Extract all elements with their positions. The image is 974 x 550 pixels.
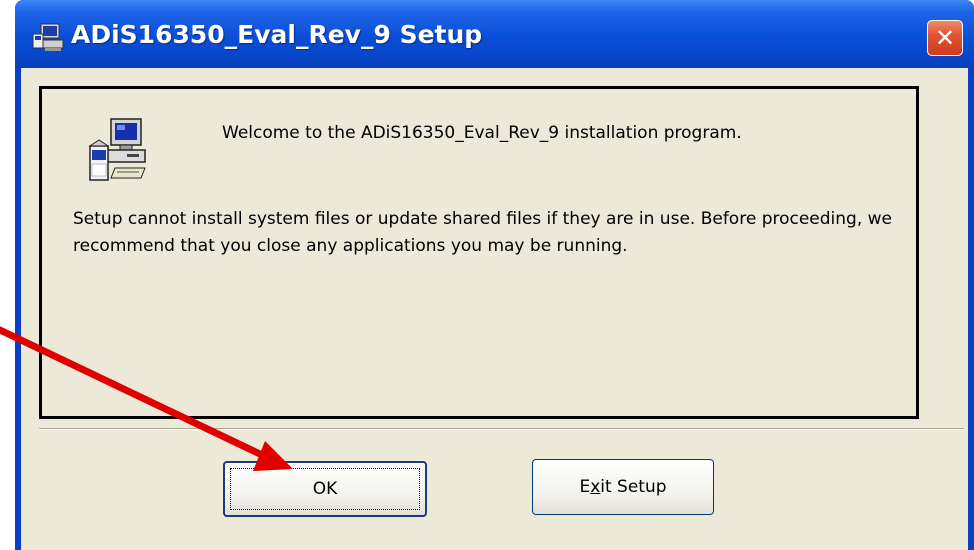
separator	[39, 428, 964, 430]
title-bar[interactable]: ADiS16350_Eval_Rev_9 Setup ✕	[15, 0, 974, 68]
ok-button-label: OK	[312, 479, 338, 499]
dialog-body: Welcome to the ADiS16350_Eval_Rev_9 inst…	[21, 68, 968, 550]
ok-button[interactable]: OK	[223, 461, 427, 517]
window-title: ADiS16350_Eval_Rev_9 Setup	[71, 20, 483, 49]
setup-window: ADiS16350_Eval_Rev_9 Setup ✕ Welcome to …	[15, 0, 974, 550]
setup-computer-icon	[88, 118, 146, 181]
exit-access-key: x	[590, 477, 601, 497]
exit-setup-button-label: Ex it Setup	[533, 460, 713, 514]
welcome-text: Welcome to the ADiS16350_Eval_Rev_9 inst…	[222, 123, 742, 143]
setup-computer-icon	[32, 23, 64, 51]
in-use-warning-text: Setup cannot install system files or upd…	[73, 209, 893, 256]
exit-label-end: it Setup	[600, 477, 667, 497]
close-button[interactable]: ✕	[927, 20, 963, 56]
exit-setup-button[interactable]: Ex it Setup	[532, 459, 714, 515]
message-panel: Welcome to the ADiS16350_Eval_Rev_9 inst…	[39, 86, 919, 419]
close-icon: ✕	[934, 24, 956, 52]
exit-label-start: E	[579, 477, 591, 497]
